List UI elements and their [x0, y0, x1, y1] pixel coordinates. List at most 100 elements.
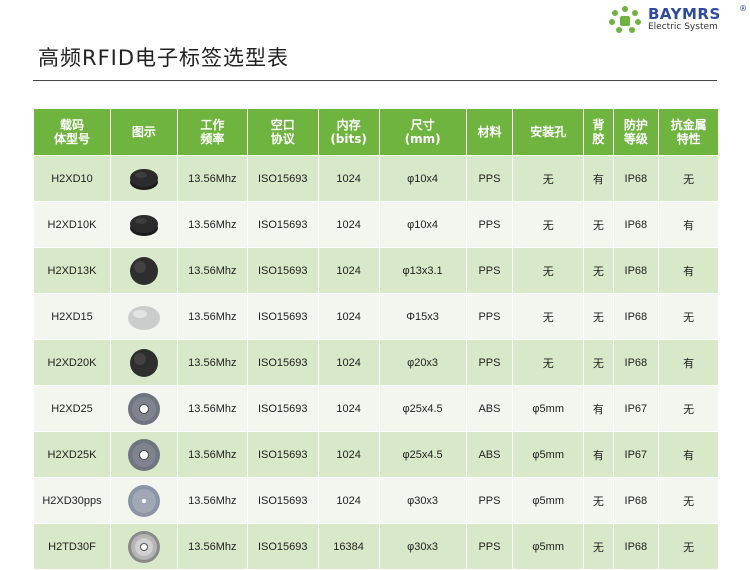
protection-cell: IP67 — [612, 385, 660, 432]
black-disc-icon — [129, 214, 158, 236]
page-title: 高频RFID电子标签选型表 — [38, 46, 290, 70]
image-cell — [110, 523, 178, 570]
adhesive-cell: 无 — [583, 339, 614, 386]
memory-cell: 1024 — [317, 477, 380, 524]
table-row: H2XD10 13.56Mhz ISO15693 1024 φ10x4 PPS 无有 IP68… — [33, 155, 719, 202]
model-cell: H2XD10K — [33, 201, 111, 248]
size-cell: φ25x4.5 — [378, 385, 467, 432]
size-cell: φ13x3.1 — [378, 247, 467, 294]
material-cell: ABS — [465, 431, 514, 478]
protocol-cell: ISO15693 — [246, 339, 319, 386]
frequency-cell: 13.56Mhz — [176, 431, 248, 478]
model-cell: H2XD30pps — [33, 477, 111, 524]
ring-disc-icon — [127, 438, 160, 471]
protocol-cell: ISO15693 — [246, 155, 319, 202]
adhesive-cell: 有 — [583, 431, 614, 478]
anti-metal-cell: 有 — [658, 201, 719, 248]
anti-metal-cell: 无 — [658, 477, 719, 524]
memory-cell: 1024 — [317, 339, 380, 386]
protection-cell: IP67 — [612, 431, 660, 478]
size-cell: φ30x3 — [378, 477, 467, 524]
table-row: H2XD20K 13.56Mhz ISO15693 1024 φ20x3 PPS 无无 IP6… — [33, 339, 719, 386]
model-cell: H2TD30F — [33, 523, 111, 570]
table-row: H2XD15 13.56Mhz ISO15693 1024 Φ15x3 PPS 无无 IP68… — [33, 293, 719, 340]
frequency-cell: 13.56Mhz — [176, 155, 248, 202]
size-cell: φ20x3 — [378, 339, 467, 386]
image-cell — [110, 385, 178, 432]
table-row: H2XD25K 13.56Mhz ISO15693 1024 φ25x4.5 ABS φ5m… — [33, 431, 719, 478]
table-row: H2XD10K 13.56Mhz ISO15693 1024 φ10x4 PPS 无无 IP6… — [33, 201, 719, 248]
protocol-cell: ISO15693 — [246, 431, 319, 478]
image-cell — [110, 155, 178, 202]
frequency-cell: 13.56Mhz — [176, 293, 248, 340]
frequency-cell: 13.56Mhz — [176, 201, 248, 248]
header-frequency: 工作 频率 — [176, 108, 248, 156]
header-mounting-hole: 安装孔 — [512, 108, 585, 156]
protocol-cell: ISO15693 — [246, 385, 319, 432]
protection-cell: IP68 — [612, 201, 660, 248]
adhesive-cell: 无 — [583, 523, 614, 570]
material-cell: PPS — [465, 477, 514, 524]
table-row: H2XD30pps 13.56Mhz ISO15693 1024 φ30x3 PPS φ5m… — [33, 477, 719, 524]
header-memory: 内存 (bits) — [317, 108, 380, 156]
protocol-cell: ISO15693 — [246, 201, 319, 248]
adhesive-cell: 无 — [583, 293, 614, 340]
protection-cell: IP68 — [612, 247, 660, 294]
protocol-cell: ISO15693 — [246, 293, 319, 340]
header-size: 尺寸 (mm) — [378, 108, 467, 156]
frequency-cell: 13.56Mhz — [176, 339, 248, 386]
ring-disc-light-icon — [127, 484, 160, 517]
registered-mark: ® — [739, 4, 747, 13]
mounting-hole-cell: 无 — [512, 155, 585, 202]
rfid-selection-table: 载码 体型号 图示 工作 频率 空口 协议 内存 (bits) 尺寸 (mm) 材料 安装… — [33, 108, 719, 570]
model-cell: H2XD10 — [33, 155, 111, 202]
image-cell — [110, 339, 178, 386]
title-divider — [33, 80, 717, 81]
mounting-hole-cell: φ5mm — [512, 385, 585, 432]
anti-metal-cell: 无 — [658, 155, 719, 202]
material-cell: PPS — [465, 523, 514, 570]
memory-cell: 1024 — [317, 293, 380, 340]
frequency-cell: 13.56Mhz — [176, 523, 248, 570]
anti-metal-cell: 有 — [658, 339, 719, 386]
mounting-hole-cell: 无 — [512, 293, 585, 340]
image-cell — [110, 477, 178, 524]
header-protocol: 空口 协议 — [246, 108, 319, 156]
frequency-cell: 13.56Mhz — [176, 477, 248, 524]
model-cell: H2XD25K — [33, 431, 111, 478]
material-cell: ABS — [465, 385, 514, 432]
adhesive-cell: 有 — [583, 385, 614, 432]
table-header-row: 载码 体型号 图示 工作 频率 空口 协议 内存 (bits) 尺寸 (mm) 材料 安装… — [33, 108, 719, 156]
memory-cell: 1024 — [317, 201, 380, 248]
protection-cell: IP68 — [612, 523, 660, 570]
memory-cell: 1024 — [317, 155, 380, 202]
protocol-cell: ISO15693 — [246, 477, 319, 524]
table-row: H2XD25 13.56Mhz ISO15693 1024 φ25x4.5 ABS φ5mm… — [33, 385, 719, 432]
adhesive-cell: 有 — [583, 155, 614, 202]
black-disc-icon — [129, 168, 158, 190]
adhesive-cell: 无 — [583, 247, 614, 294]
brand-name: BAYMRS — [648, 5, 721, 23]
anti-metal-cell: 无 — [658, 293, 719, 340]
memory-cell: 16384 — [317, 523, 380, 570]
material-cell: PPS — [465, 201, 514, 248]
brand-subtitle: Electric System — [648, 22, 718, 32]
model-cell: H2XD20K — [33, 339, 111, 386]
anti-metal-cell: 有 — [658, 431, 719, 478]
anti-metal-cell: 无 — [658, 523, 719, 570]
brand-logo: BAYMRS ® Electric System — [608, 4, 748, 34]
size-cell: φ10x4 — [378, 155, 467, 202]
header-protection: 防护 等级 — [612, 108, 660, 156]
header-adhesive: 背胶 — [583, 108, 614, 156]
adhesive-cell: 无 — [583, 201, 614, 248]
ring-disc-icon — [127, 392, 160, 425]
dark-disc-icon — [129, 348, 158, 377]
image-cell — [110, 201, 178, 248]
protection-cell: IP68 — [612, 477, 660, 524]
table-row: H2XD13K 13.56Mhz ISO15693 1024 φ13x3.1 PPS 无无 I… — [33, 247, 719, 294]
image-cell — [110, 431, 178, 478]
protocol-cell: ISO15693 — [246, 523, 319, 570]
anti-metal-cell: 无 — [658, 385, 719, 432]
mounting-hole-cell: φ5mm — [512, 431, 585, 478]
adhesive-cell: 无 — [583, 477, 614, 524]
